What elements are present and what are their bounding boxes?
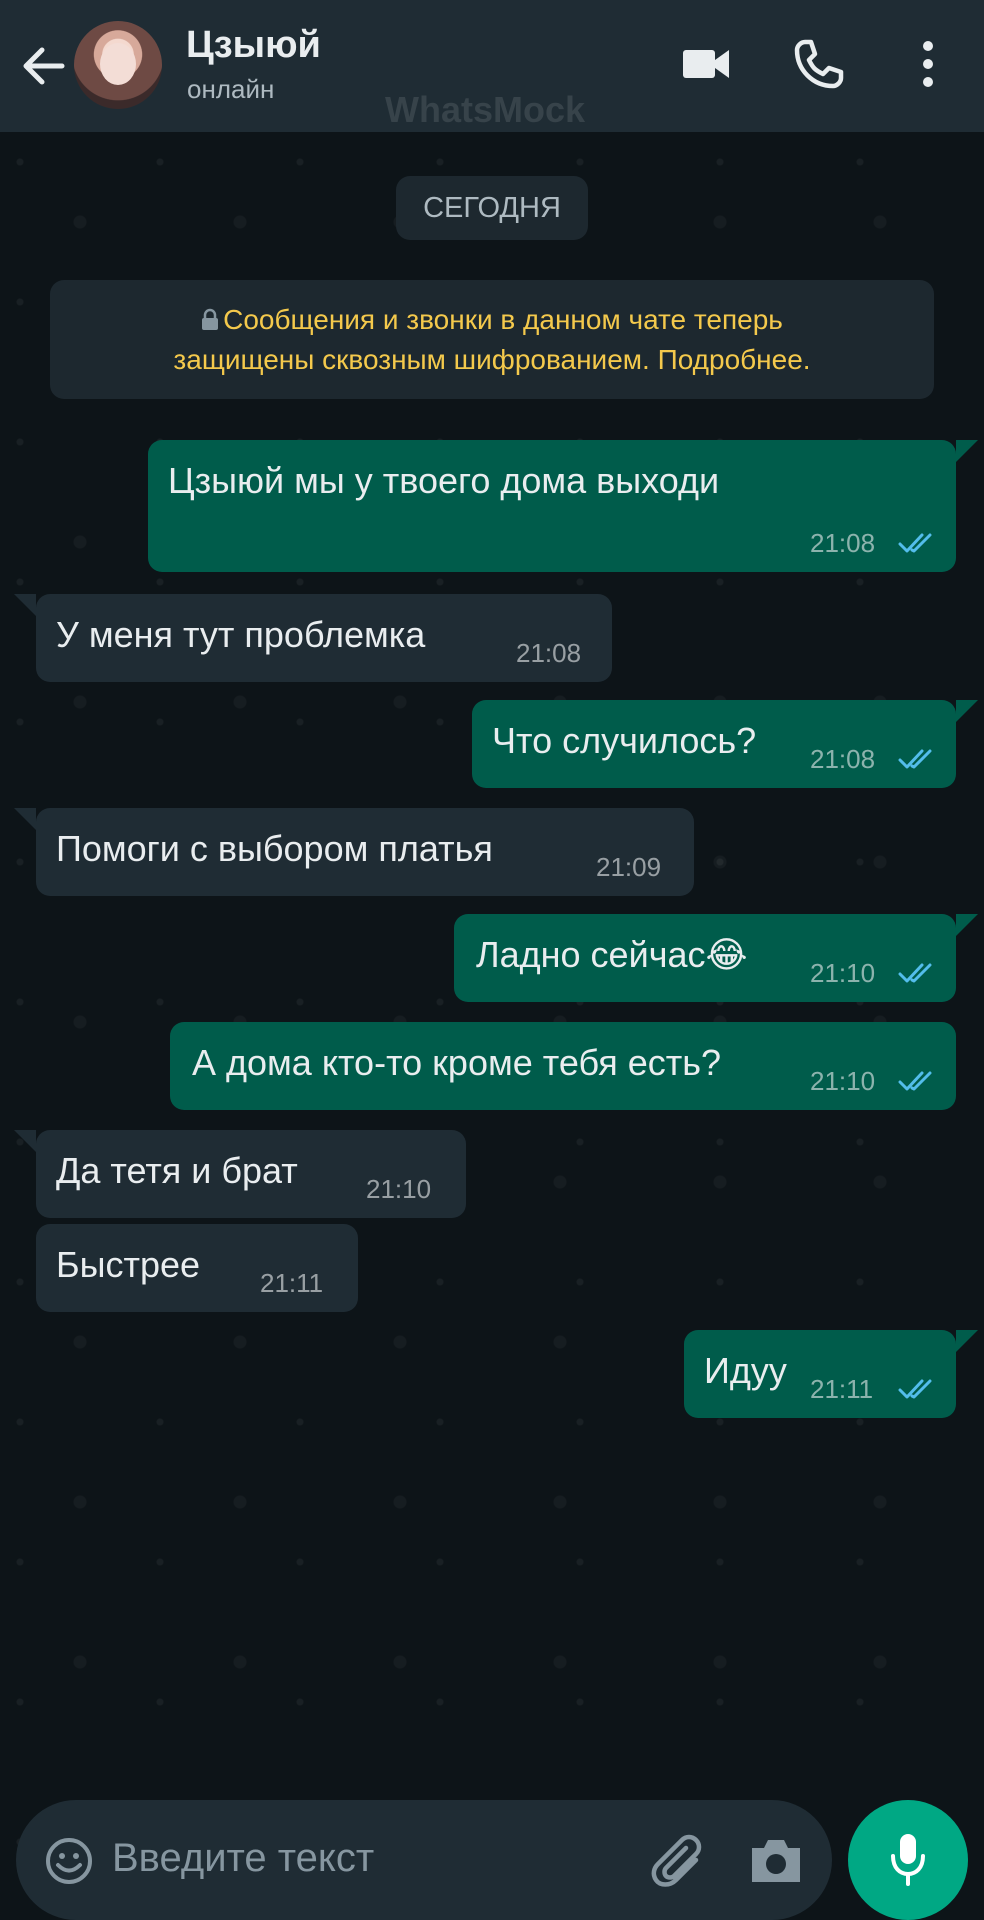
message-time: 21:10	[810, 1066, 876, 1096]
message-incoming[interactable]: Быстрее 21:11	[36, 1224, 358, 1312]
message-outgoing[interactable]: А дома кто-то кроме тебя есть? 21:10	[170, 1022, 956, 1110]
message-incoming[interactable]: У меня тут проблемка 21:08	[36, 594, 612, 682]
message-incoming[interactable]: Помоги с выбором платья 21:09	[36, 808, 694, 896]
message-time: 21:11	[260, 1268, 324, 1298]
message-outgoing[interactable]: Идуу 21:11	[684, 1330, 956, 1418]
message-text: Быстрее	[56, 1244, 201, 1285]
message-time: 21:08	[810, 744, 876, 774]
paperclip-icon	[651, 1834, 702, 1887]
message-time: 21:10	[366, 1174, 432, 1204]
bubble-tail	[14, 594, 36, 616]
bubble-tail	[956, 1330, 978, 1352]
message-time: 21:09	[596, 852, 662, 882]
watermark: WhatsMock	[385, 89, 586, 130]
arrow-left-icon	[23, 47, 65, 85]
phone-icon	[794, 39, 844, 89]
message-text: Помоги с выбором платья	[56, 828, 493, 869]
bubble-tail	[956, 440, 978, 462]
date-divider: СЕГОДНЯ	[396, 176, 588, 240]
read-receipt-icon	[898, 533, 932, 553]
smiley-icon	[46, 1838, 92, 1884]
bubble-tail	[14, 808, 36, 830]
chat-header: Цзыюй онлайн WhatsMock	[0, 0, 984, 132]
camera-button[interactable]	[748, 1836, 804, 1891]
read-receipt-icon	[898, 1071, 932, 1091]
emoji-button[interactable]	[44, 1836, 94, 1891]
message-outgoing[interactable]: Цзыюй мы у твоего дома выходи 21:08	[148, 440, 956, 572]
read-receipt-icon	[898, 963, 932, 983]
back-button[interactable]	[18, 40, 70, 92]
message-input[interactable]: Введите текст	[112, 1836, 374, 1881]
encryption-notice-line1: Сообщения и звонки в данном чате теперь	[50, 300, 934, 340]
bubble-tail	[956, 700, 978, 722]
bubble-tail	[14, 1130, 36, 1152]
message-text: Ладно сейчас😂	[476, 934, 748, 975]
message-time: 21:11	[810, 1374, 874, 1404]
camera-icon	[752, 1840, 800, 1882]
attach-button[interactable]	[650, 1832, 710, 1897]
contact-name[interactable]: Цзыюй	[186, 24, 321, 67]
message-text: А дома кто-то кроме тебя есть?	[192, 1042, 722, 1083]
read-receipt-icon	[898, 1379, 932, 1399]
message-text: Что случилось?	[492, 720, 757, 761]
contact-status: онлайн	[187, 74, 275, 104]
video-call-button[interactable]	[681, 44, 731, 89]
more-vertical-icon	[923, 41, 933, 87]
encryption-notice[interactable]: Сообщения и звонки в данном чате теперь …	[50, 280, 934, 399]
emoji-laughing: 😂	[705, 934, 748, 975]
bubble-tail	[956, 914, 978, 936]
voice-message-button[interactable]	[848, 1800, 968, 1920]
microphone-icon	[891, 1834, 925, 1886]
lock-icon	[202, 308, 219, 330]
menu-button[interactable]	[918, 40, 938, 93]
message-time: 21:10	[810, 958, 876, 988]
message-text: Да тетя и брат	[56, 1150, 298, 1191]
message-time: 21:08	[810, 528, 876, 558]
read-receipt-icon	[898, 749, 932, 769]
message-text: У меня тут проблемка	[56, 614, 426, 655]
contact-avatar[interactable]	[74, 21, 162, 109]
voice-call-button[interactable]	[793, 38, 845, 95]
message-outgoing[interactable]: Ладно сейчас😂 21:10	[454, 914, 956, 1002]
video-camera-icon	[683, 50, 729, 78]
message-time: 21:08	[516, 638, 582, 668]
message-text: Идуу	[704, 1350, 787, 1391]
encryption-notice-line2: защищены сквозным шифрованием. Подробнее…	[173, 344, 811, 375]
message-text: Цзыюй мы у твоего дома выходи	[168, 460, 720, 501]
message-incoming[interactable]: Да тетя и брат 21:10	[36, 1130, 466, 1218]
message-outgoing[interactable]: Что случилось? 21:08	[472, 700, 956, 788]
